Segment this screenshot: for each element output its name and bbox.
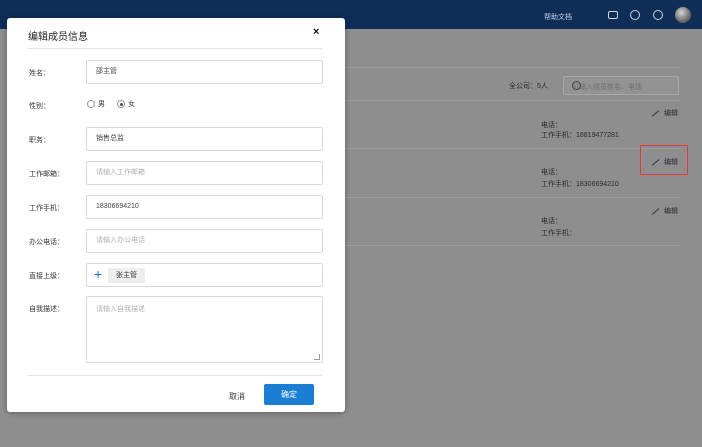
edit-member-dialog: 编辑成员信息 × 姓名： 邵主管 性别： 男 女 职务： 销售总监 工作邮箱： … bbox=[7, 18, 345, 412]
divider bbox=[345, 67, 680, 68]
member-search-input[interactable]: 可输入成员姓名、电话 bbox=[563, 76, 679, 95]
close-icon[interactable]: × bbox=[313, 26, 319, 38]
member-mobile: 工作手机： bbox=[541, 230, 576, 237]
divider bbox=[345, 245, 680, 246]
pencil-icon bbox=[651, 207, 660, 215]
description-textarea[interactable]: 请输入自我描述 bbox=[86, 296, 323, 363]
gender-female-radio[interactable]: 女 bbox=[117, 99, 135, 109]
edit-member-button[interactable]: 编辑 bbox=[651, 108, 678, 118]
edit-member-button[interactable]: 编辑 bbox=[651, 206, 678, 216]
member-phone: 电话： bbox=[541, 122, 562, 129]
mobile-label: 工作手机： bbox=[29, 205, 64, 212]
supervisor-field[interactable]: + 张主管 bbox=[86, 263, 323, 287]
gender-label: 性别： bbox=[29, 103, 50, 110]
name-field[interactable]: 邵主管 bbox=[86, 60, 323, 84]
email-field[interactable]: 请输入工作邮箱 bbox=[86, 161, 323, 185]
radio-checked-icon bbox=[117, 100, 125, 109]
pencil-icon bbox=[651, 109, 660, 117]
dialog-title: 编辑成员信息 bbox=[28, 32, 88, 43]
email-label: 工作邮箱： bbox=[29, 171, 64, 178]
mail-icon[interactable] bbox=[608, 11, 618, 19]
search-placeholder: 可输入成员姓名、电话 bbox=[572, 84, 642, 91]
confirm-button[interactable]: 确定 bbox=[264, 384, 314, 405]
supervisor-label: 直接上级： bbox=[29, 273, 64, 280]
title-label: 职务： bbox=[29, 137, 50, 144]
cancel-button[interactable]: 取消 bbox=[229, 391, 245, 402]
highlight-box bbox=[640, 145, 688, 175]
divider bbox=[28, 48, 323, 49]
gender-male-radio[interactable]: 男 bbox=[87, 99, 105, 109]
settings-icon[interactable] bbox=[630, 10, 640, 20]
divider bbox=[28, 375, 323, 376]
job-title-field[interactable]: 销售总监 bbox=[86, 127, 323, 151]
chat-icon[interactable] bbox=[653, 10, 663, 20]
avatar[interactable] bbox=[675, 7, 691, 23]
member-phone: 电话： bbox=[541, 169, 562, 176]
search-icon[interactable] bbox=[572, 81, 581, 90]
divider bbox=[345, 148, 680, 149]
divider bbox=[345, 197, 680, 198]
description-placeholder: 请输入自我描述 bbox=[96, 306, 145, 313]
divider bbox=[345, 100, 680, 101]
company-member-count: 全公司：5人 bbox=[509, 83, 548, 90]
resize-handle[interactable] bbox=[314, 354, 320, 360]
radio-icon bbox=[87, 100, 95, 109]
supervisor-tag[interactable]: 张主管 bbox=[108, 268, 145, 283]
office-phone-label: 办公电话： bbox=[29, 239, 64, 246]
plus-icon[interactable]: + bbox=[94, 266, 102, 282]
mobile-field[interactable]: 18306694210 bbox=[86, 195, 323, 219]
member-mobile: 工作手机：18306694210 bbox=[541, 181, 619, 188]
member-phone: 电话： bbox=[541, 218, 562, 225]
office-phone-field[interactable]: 请输入办公电话 bbox=[86, 229, 323, 253]
name-label: 姓名： bbox=[29, 70, 50, 77]
member-mobile: 工作手机：18819477281 bbox=[541, 132, 619, 139]
description-label: 自我描述： bbox=[29, 306, 64, 313]
help-docs-link[interactable]: 帮助文档 bbox=[544, 12, 572, 22]
